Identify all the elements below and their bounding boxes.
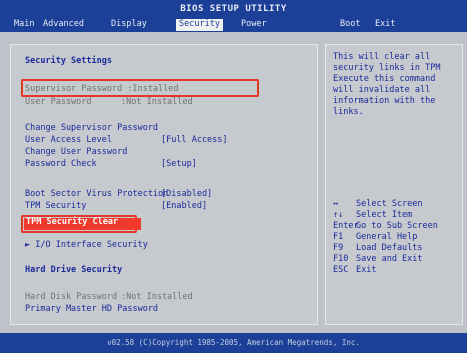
key-label: F10 (333, 254, 349, 264)
tpm-security-label: TPM Security (25, 201, 87, 211)
boot-virus-label: Boot Sector Virus Protection (25, 189, 169, 199)
password-check[interactable]: Password Check [Setup] (25, 159, 197, 172)
bios-screen: BIOS SETUP UTILITY Main Advanced Display… (0, 0, 467, 353)
tab-security[interactable]: Security (176, 19, 223, 31)
help-line: Execute this command (333, 74, 436, 84)
header-bar: BIOS SETUP UTILITY Main Advanced Display… (0, 0, 467, 32)
key-label: F9 (333, 243, 344, 253)
boot-virus-value: [Disabled] (161, 189, 213, 199)
key-description: Save and Exit (356, 254, 423, 264)
key-description: Exit (356, 265, 377, 275)
bios-title: BIOS SETUP UTILITY (180, 4, 287, 14)
tpm-security[interactable]: TPM Security [Enabled] (25, 201, 207, 214)
key-description: Select Screen (356, 199, 423, 209)
tab-main[interactable]: Main (11, 19, 37, 31)
help-line: links. (333, 107, 364, 117)
key-label: Enter (333, 221, 359, 231)
help-line: information with the (333, 96, 436, 106)
help-panel: This will clear all security links in TP… (325, 44, 463, 325)
user-password-label: User Password (25, 97, 92, 107)
user-password-status: User Password :Not Installed (25, 97, 193, 110)
tab-exit[interactable]: Exit (372, 19, 398, 31)
help-line: This will clear all (333, 52, 431, 62)
tpm-security-clear[interactable]: TPM Security Clear (24, 218, 141, 230)
key-label: F1 (333, 232, 344, 242)
user-access-value: [Full Access] (161, 135, 228, 145)
hdd-password-label: Hard Disk Password (25, 292, 118, 302)
help-line: will invalidate all (333, 85, 431, 95)
password-check-label: Password Check (25, 159, 97, 169)
key-description: Go to Sub Screen (356, 221, 438, 231)
help-line: security links in TPM (333, 63, 441, 73)
user-access-label: User Access Level (25, 135, 112, 145)
tpm-security-value: [Enabled] (161, 201, 208, 211)
supervisor-password-status: Supervisor Password :Installed (25, 84, 179, 94)
tab-display[interactable]: Display (108, 19, 150, 31)
menu-bar: Main Advanced Display Security Power Boo… (0, 18, 467, 32)
key-label: ↑↓ (333, 210, 344, 220)
tab-advanced[interactable]: Advanced (40, 19, 87, 31)
key-label: ↔ (333, 199, 339, 209)
hard-drive-security-title: Hard Drive Security (25, 265, 123, 275)
section-title: Security Settings (25, 56, 112, 66)
key-label: ESC (333, 265, 349, 275)
key-description: Select Item (356, 210, 413, 220)
io-interface-security[interactable]: ► I/O Interface Security (25, 241, 148, 253)
copyright-footer: v02.58 (C)Copyright 1985-2005, American … (0, 333, 467, 353)
tab-boot[interactable]: Boot (337, 19, 363, 31)
key-description: General Help (356, 232, 418, 242)
password-check-value: [Setup] (161, 159, 197, 169)
key-description: Load Defaults (356, 243, 423, 253)
user-password-value: :Not Installed (121, 97, 193, 107)
tab-power[interactable]: Power (238, 19, 270, 31)
settings-panel: Security Settings Supervisor Password :I… (10, 44, 318, 325)
primary-master-hd-password[interactable]: Primary Master HD Password (25, 305, 158, 317)
hdd-password-value: :Not Installed (121, 292, 193, 302)
